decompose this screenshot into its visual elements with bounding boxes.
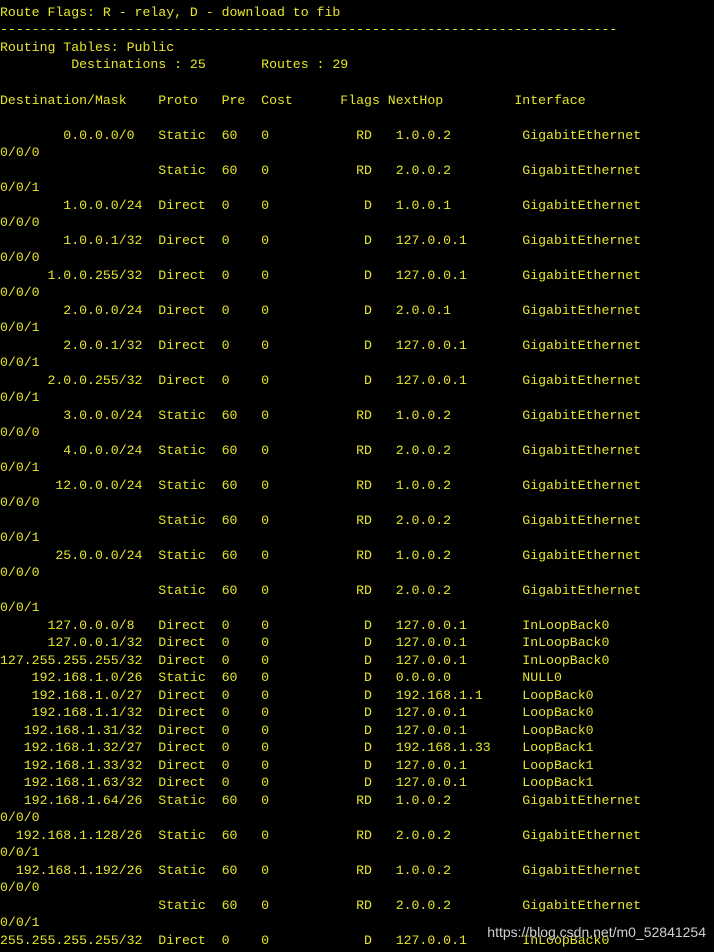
table-row: 1.0.0.1/32 Direct 0 0 D 127.0.0.1 Gigabi…	[0, 233, 642, 248]
table-row-wrap: 0/0/0	[0, 425, 40, 440]
table-row: 192.168.1.32/27 Direct 0 0 D 192.168.1.3…	[0, 740, 594, 755]
table-row: 25.0.0.0/24 Static 60 0 RD 1.0.0.2 Gigab…	[0, 548, 642, 563]
table-row-wrap: 0/0/0	[0, 250, 40, 265]
table-row: Static 60 0 RD 2.0.0.2 GigabitEthernet	[0, 513, 642, 528]
table-row: 1.0.0.255/32 Direct 0 0 D 127.0.0.1 Giga…	[0, 268, 642, 283]
table-row: 192.168.1.192/26 Static 60 0 RD 1.0.0.2 …	[0, 863, 642, 878]
table-row: 192.168.1.31/32 Direct 0 0 D 127.0.0.1 L…	[0, 723, 594, 738]
table-row: 2.0.0.0/24 Direct 0 0 D 2.0.0.1 GigabitE…	[0, 303, 642, 318]
table-row-wrap: 0/0/0	[0, 285, 40, 300]
table-row: 1.0.0.0/24 Direct 0 0 D 1.0.0.1 GigabitE…	[0, 198, 642, 213]
table-row: 192.168.1.33/32 Direct 0 0 D 127.0.0.1 L…	[0, 758, 594, 773]
table-row: 192.168.1.0/26 Static 60 0 D 0.0.0.0 NUL…	[0, 670, 562, 685]
table-row-wrap: 0/0/0	[0, 495, 40, 510]
table-row-wrap: 0/0/1	[0, 180, 40, 195]
table-row-wrap: 0/0/1	[0, 530, 40, 545]
table-row-wrap: 0/0/0	[0, 145, 40, 160]
table-row: 192.168.1.128/26 Static 60 0 RD 2.0.0.2 …	[0, 828, 642, 843]
table-row-wrap: 0/0/0	[0, 565, 40, 580]
table-row-wrap: 0/0/1	[0, 355, 40, 370]
table-row: 3.0.0.0/24 Static 60 0 RD 1.0.0.2 Gigabi…	[0, 408, 642, 423]
route-flags-legend: Route Flags: R - relay, D - download to …	[0, 5, 341, 20]
table-row: Static 60 0 RD 2.0.0.2 GigabitEthernet	[0, 163, 642, 178]
table-row: 127.0.0.0/8 Direct 0 0 D 127.0.0.1 InLoo…	[0, 618, 610, 633]
table-row-wrap: 0/0/1	[0, 915, 40, 930]
table-row: 127.0.0.1/32 Direct 0 0 D 127.0.0.1 InLo…	[0, 635, 610, 650]
table-row-wrap: 0/0/1	[0, 390, 40, 405]
table-row-wrap: 0/0/1	[0, 845, 40, 860]
table-row: Static 60 0 RD 2.0.0.2 GigabitEthernet	[0, 898, 642, 913]
routing-table-title: Routing Tables: Public	[0, 40, 175, 55]
table-row: 192.168.1.0/27 Direct 0 0 D 192.168.1.1 …	[0, 688, 594, 703]
watermark-url: https://blog.csdn.net/m0_52841254	[487, 924, 706, 940]
table-row: 4.0.0.0/24 Static 60 0 RD 2.0.0.2 Gigabi…	[0, 443, 642, 458]
route-counts: Destinations : 25 Routes : 29	[0, 57, 349, 72]
table-row-wrap: 0/0/1	[0, 600, 40, 615]
table-row: 192.168.1.1/32 Direct 0 0 D 127.0.0.1 Lo…	[0, 705, 594, 720]
table-header: Destination/Mask Proto Pre Cost Flags Ne…	[0, 93, 586, 108]
table-row-wrap: 0/0/1	[0, 320, 40, 335]
table-row-wrap: 0/0/0	[0, 215, 40, 230]
table-row: 12.0.0.0/24 Static 60 0 RD 1.0.0.2 Gigab…	[0, 478, 642, 493]
table-row-wrap: 0/0/0	[0, 880, 40, 895]
table-row: 127.255.255.255/32 Direct 0 0 D 127.0.0.…	[0, 653, 610, 668]
table-row-wrap: 0/0/0	[0, 810, 40, 825]
table-row: 2.0.0.255/32 Direct 0 0 D 127.0.0.1 Giga…	[0, 373, 642, 388]
table-row: 192.168.1.64/26 Static 60 0 RD 1.0.0.2 G…	[0, 793, 642, 808]
table-row: Static 60 0 RD 2.0.0.2 GigabitEthernet	[0, 583, 642, 598]
table-row: 192.168.1.63/32 Direct 0 0 D 127.0.0.1 L…	[0, 775, 594, 790]
table-row: 2.0.0.1/32 Direct 0 0 D 127.0.0.1 Gigabi…	[0, 338, 642, 353]
table-row: 0.0.0.0/0 Static 60 0 RD 1.0.0.2 Gigabit…	[0, 128, 642, 143]
terminal-window: Route Flags: R - relay, D - download to …	[0, 0, 714, 952]
table-row-wrap: 0/0/1	[0, 460, 40, 475]
separator-line: ----------------------------------------…	[0, 22, 618, 37]
